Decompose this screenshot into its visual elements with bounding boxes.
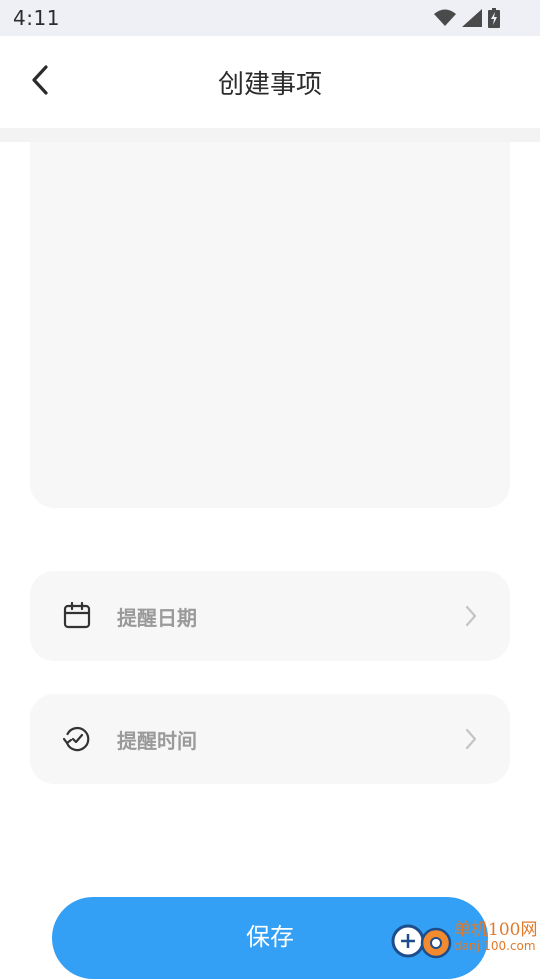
remind-date-label: 提醒日期 bbox=[117, 606, 197, 630]
header: 创建事项 bbox=[0, 36, 540, 128]
page-title: 创建事项 bbox=[217, 70, 322, 100]
watermark-url: danji100.com bbox=[454, 939, 536, 953]
signal-icon bbox=[462, 9, 482, 31]
remind-time-row[interactable]: 提醒时间 bbox=[30, 694, 510, 784]
status-icons bbox=[434, 8, 500, 32]
status-bar: 4:11 bbox=[0, 0, 540, 36]
watermark-logo-icon bbox=[390, 919, 454, 963]
chevron-right-icon bbox=[464, 605, 478, 627]
content-input[interactable] bbox=[30, 142, 510, 508]
clock-icon bbox=[62, 724, 92, 754]
remind-time-label: 提醒时间 bbox=[117, 729, 197, 753]
remind-date-row[interactable]: 提醒日期 bbox=[30, 571, 510, 661]
header-divider bbox=[0, 128, 540, 142]
calendar-icon bbox=[62, 601, 92, 631]
watermark: 单机100网 danji100.com bbox=[390, 915, 540, 960]
watermark-text: 单机100网 bbox=[454, 920, 538, 940]
battery-charging-icon bbox=[488, 8, 500, 32]
chevron-right-icon bbox=[464, 728, 478, 750]
status-time: 4:11 bbox=[13, 6, 60, 30]
wifi-icon bbox=[434, 9, 456, 31]
